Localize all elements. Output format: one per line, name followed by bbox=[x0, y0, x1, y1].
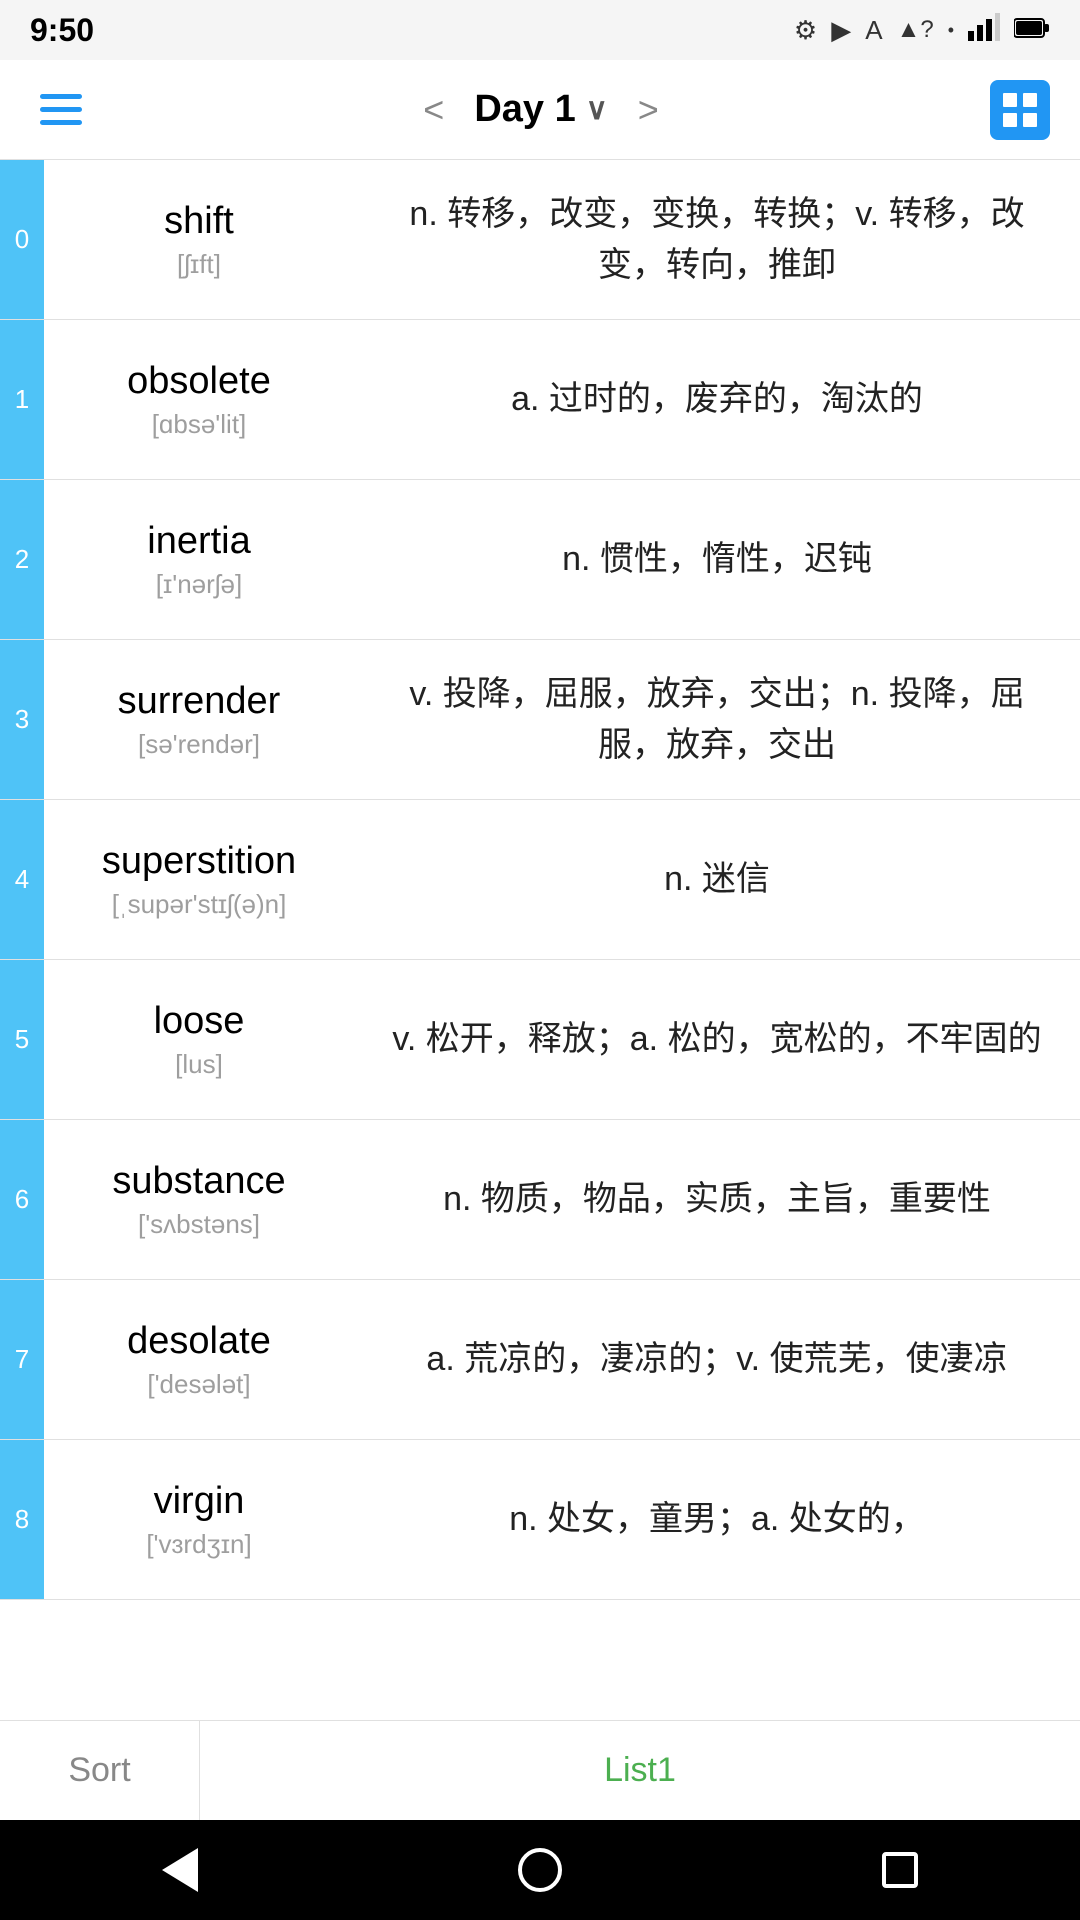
word-phonetic: ['sʌbstəns] bbox=[138, 1209, 260, 1240]
play-protect-icon: ▶ bbox=[831, 15, 851, 46]
row-definition: n. 迷信 bbox=[354, 800, 1080, 959]
table-row[interactable]: 5 loose [lus] v. 松开，释放；a. 松的，宽松的，不牢固的 bbox=[0, 960, 1080, 1120]
row-index: 1 bbox=[0, 320, 44, 479]
hamburger-line bbox=[40, 107, 82, 112]
word-english: obsolete bbox=[127, 360, 271, 403]
row-definition: v. 投降，屈服，放弃，交出；n. 投降，屈服，放弃，交出 bbox=[354, 640, 1080, 799]
hamburger-line bbox=[40, 94, 82, 99]
row-definition: a. 过时的，废弃的，淘汰的 bbox=[354, 320, 1080, 479]
row-index: 8 bbox=[0, 1440, 44, 1599]
table-row[interactable]: 4 superstition [ˌsupər'stɪʃ(ə)n] n. 迷信 bbox=[0, 800, 1080, 960]
word-phonetic: [sə'rendər] bbox=[138, 729, 260, 760]
recent-button[interactable] bbox=[870, 1840, 930, 1900]
back-icon bbox=[162, 1848, 198, 1892]
table-row[interactable]: 3 surrender [sə'rendər] v. 投降，屈服，放弃，交出；n. 投… bbox=[0, 640, 1080, 800]
row-index: 5 bbox=[0, 960, 44, 1119]
hamburger-line bbox=[40, 120, 82, 125]
word-english: superstition bbox=[102, 840, 296, 883]
word-phonetic: [ɪ'nərʃə] bbox=[156, 569, 242, 600]
row-word: virgin ['vɜrdʒɪn] bbox=[44, 1440, 354, 1599]
chevron-down-icon: ∨ bbox=[586, 92, 608, 127]
status-time: 9:50 bbox=[30, 12, 94, 49]
row-word: surrender [sə'rendər] bbox=[44, 640, 354, 799]
wifi-icon: ▲? bbox=[897, 16, 934, 44]
word-phonetic: [ʃɪft] bbox=[177, 249, 221, 280]
row-word: shift [ʃɪft] bbox=[44, 160, 354, 319]
word-english: inertia bbox=[147, 520, 251, 563]
table-row[interactable]: 0 shift [ʃɪft] n. 转移，改变，变换，转换；v. 转移，改变，转向，推… bbox=[0, 160, 1080, 320]
row-definition: n. 惯性，惰性，迟钝 bbox=[354, 480, 1080, 639]
word-english: substance bbox=[112, 1160, 285, 1203]
dot-icon: • bbox=[948, 20, 954, 41]
home-button[interactable] bbox=[510, 1840, 570, 1900]
row-word: obsolete [ɑbsə'lit] bbox=[44, 320, 354, 479]
word-english: virgin bbox=[154, 1480, 245, 1523]
word-english: loose bbox=[154, 1000, 245, 1043]
table-row[interactable]: 6 substance ['sʌbstəns] n. 物质，物品，实质，主旨，重要性 bbox=[0, 1120, 1080, 1280]
row-index: 2 bbox=[0, 480, 44, 639]
row-definition: n. 转移，改变，变换，转换；v. 转移，改变，转向，推卸 bbox=[354, 160, 1080, 319]
word-list: 0 shift [ʃɪft] n. 转移，改变，变换，转换；v. 转移，改变，转向，推… bbox=[0, 160, 1080, 1720]
row-index: 4 bbox=[0, 800, 44, 959]
gear-icon: ⚙ bbox=[794, 15, 817, 46]
nav-title[interactable]: Day 1 ∨ bbox=[474, 88, 607, 131]
row-definition: v. 松开，释放；a. 松的，宽松的，不牢固的 bbox=[354, 960, 1080, 1119]
row-word: superstition [ˌsupər'stɪʃ(ə)n] bbox=[44, 800, 354, 959]
status-bar: 9:50 ⚙ ▶ A ▲? • bbox=[0, 0, 1080, 60]
signal-icon bbox=[968, 13, 1000, 48]
row-definition: n. 处女，童男；a. 处女的， bbox=[354, 1440, 1080, 1599]
word-phonetic: ['vɜrdʒɪn] bbox=[146, 1529, 251, 1560]
android-nav-bar bbox=[0, 1820, 1080, 1920]
row-definition: n. 物质，物品，实质，主旨，重要性 bbox=[354, 1120, 1080, 1279]
row-index: 3 bbox=[0, 640, 44, 799]
nav-bar: < Day 1 ∨ > bbox=[0, 60, 1080, 160]
recent-icon bbox=[882, 1852, 918, 1888]
home-icon bbox=[518, 1848, 562, 1892]
prev-button[interactable]: < bbox=[413, 79, 454, 141]
word-phonetic: [ɑbsə'lit] bbox=[152, 409, 247, 440]
table-row[interactable]: 1 obsolete [ɑbsə'lit] a. 过时的，废弃的，淘汰的 bbox=[0, 320, 1080, 480]
next-button[interactable]: > bbox=[628, 79, 669, 141]
row-word: loose [lus] bbox=[44, 960, 354, 1119]
font-icon: A bbox=[865, 15, 882, 46]
table-row[interactable]: 2 inertia [ɪ'nərʃə] n. 惯性，惰性，迟钝 bbox=[0, 480, 1080, 640]
status-icons: ⚙ ▶ A ▲? • bbox=[794, 13, 1050, 48]
word-phonetic: [lus] bbox=[175, 1049, 223, 1080]
row-index: 7 bbox=[0, 1280, 44, 1439]
table-row[interactable]: 7 desolate ['desələt] a. 荒凉的，凄凉的；v. 使荒芜，使凄凉 bbox=[0, 1280, 1080, 1440]
tab-sort[interactable]: Sort bbox=[0, 1721, 200, 1820]
row-word: inertia [ɪ'nərʃə] bbox=[44, 480, 354, 639]
back-button[interactable] bbox=[150, 1840, 210, 1900]
row-index: 0 bbox=[0, 160, 44, 319]
grid-view-button[interactable] bbox=[990, 80, 1050, 140]
row-definition: a. 荒凉的，凄凉的；v. 使荒芜，使凄凉 bbox=[354, 1280, 1080, 1439]
row-word: substance ['sʌbstəns] bbox=[44, 1120, 354, 1279]
table-row[interactable]: 8 virgin ['vɜrdʒɪn] n. 处女，童男；a. 处女的， bbox=[0, 1440, 1080, 1600]
day-title: Day 1 bbox=[474, 88, 575, 131]
word-english: surrender bbox=[118, 680, 281, 723]
battery-icon bbox=[1014, 15, 1050, 46]
word-phonetic: ['desələt] bbox=[147, 1369, 250, 1400]
bottom-tab-bar: Sort List1 bbox=[0, 1720, 1080, 1820]
row-word: desolate ['desələt] bbox=[44, 1280, 354, 1439]
word-phonetic: [ˌsupər'stɪʃ(ə)n] bbox=[112, 889, 287, 920]
tab-list1[interactable]: List1 bbox=[200, 1721, 1080, 1820]
word-english: shift bbox=[164, 200, 234, 243]
row-index: 6 bbox=[0, 1120, 44, 1279]
nav-center: < Day 1 ∨ > bbox=[413, 79, 668, 141]
word-english: desolate bbox=[127, 1320, 271, 1363]
hamburger-menu[interactable] bbox=[30, 84, 92, 135]
